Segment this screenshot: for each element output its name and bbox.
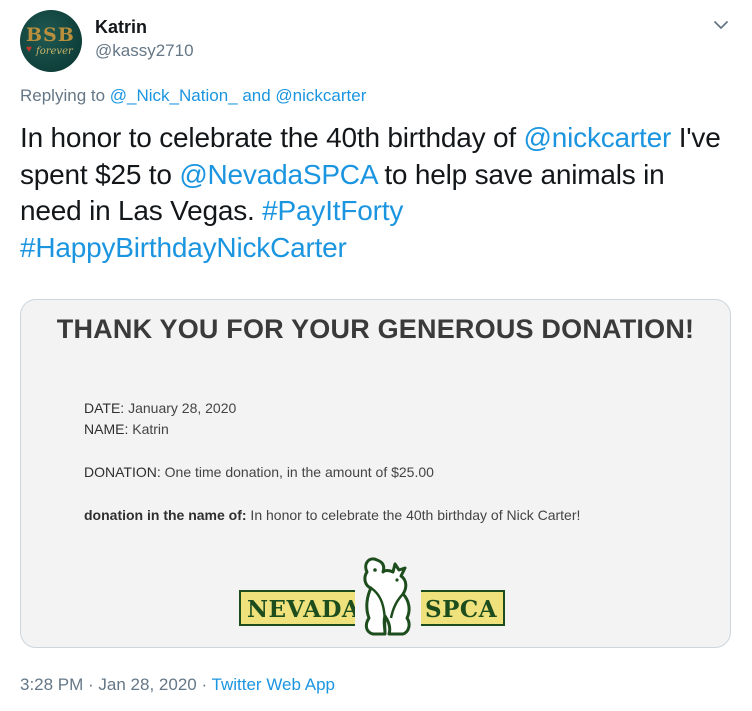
avatar[interactable]: BSB ♥ forever [20, 10, 82, 72]
replying-prefix: Replying to [20, 86, 110, 105]
avatar-subtext: forever [36, 46, 73, 57]
source-app-link[interactable]: Twitter Web App [212, 675, 335, 694]
in-name-value: In honor to celebrate the 40th birthday … [246, 507, 581, 523]
date-value: January 28, 2020 [124, 400, 237, 416]
avatar-text: BSB [26, 24, 75, 46]
reply-mention-link[interactable]: @nickcarter [275, 86, 366, 105]
in-name-label: donation in the name of: [84, 507, 247, 523]
nevada-spca-logo: NEVADA SPCA [239, 552, 507, 642]
mention-link[interactable]: @NevadaSPCA [179, 159, 377, 190]
date-label: DATE: [84, 400, 125, 416]
date-row: DATE: January 28, 2020 [84, 398, 580, 419]
hashtag-link[interactable]: #HappyBirthdayNickCarter [20, 232, 347, 263]
name-value: Katrin [128, 421, 169, 437]
donation-row: DONATION: One time donation, in the amou… [84, 462, 580, 483]
in-name-row: donation in the name of: In honor to cel… [84, 505, 580, 526]
logo-right-text: SPCA [425, 596, 498, 623]
logo-right-box: SPCA [419, 590, 505, 626]
reply-joiner[interactable]: and [238, 86, 276, 105]
media-card[interactable]: THANK YOU FOR YOUR GENEROUS DONATION! DA… [20, 299, 731, 648]
name-row: NAME: Katrin [84, 419, 580, 440]
dog-cat-icon [355, 552, 421, 638]
hashtag-link[interactable]: #PayItForty [262, 195, 403, 226]
tweet-header: BSB ♥ forever Katrin @kassy2710 [20, 10, 732, 74]
name-label: NAME: [84, 421, 129, 437]
logo-left-box: NEVADA [239, 590, 361, 626]
mention-link[interactable]: @nickcarter [524, 122, 672, 153]
donation-value: One time donation, in the amount of $25.… [160, 464, 434, 480]
reply-mention-link[interactable]: @_Nick_Nation_ [110, 86, 238, 105]
donation-label: DONATION: [84, 464, 161, 480]
tweet: BSB ♥ forever Katrin @kassy2710 Replying… [0, 0, 752, 711]
display-name[interactable]: Katrin [95, 16, 194, 38]
tweet-text-part: In honor to celebrate the 40th birthday … [20, 122, 524, 153]
card-title: THANK YOU FOR YOUR GENEROUS DONATION! [56, 314, 695, 344]
logo-left-text: NEVADA [247, 596, 361, 623]
tweet-footer: 3:28 PM · Jan 28, 2020 · Twitter Web App [20, 674, 335, 696]
timestamp[interactable]: 3:28 PM · Jan 28, 2020 · [20, 675, 212, 694]
donation-details: DATE: January 28, 2020 NAME: Katrin DONA… [84, 398, 580, 526]
tweet-text: In honor to celebrate the 40th birthday … [20, 120, 732, 266]
heart-icon: ♥ [26, 44, 32, 55]
user-names: Katrin @kassy2710 [95, 16, 194, 62]
chevron-down-icon[interactable] [712, 18, 730, 32]
replying-to: Replying to @_Nick_Nation_ and @nickcart… [20, 85, 366, 107]
user-handle[interactable]: @kassy2710 [95, 40, 194, 62]
